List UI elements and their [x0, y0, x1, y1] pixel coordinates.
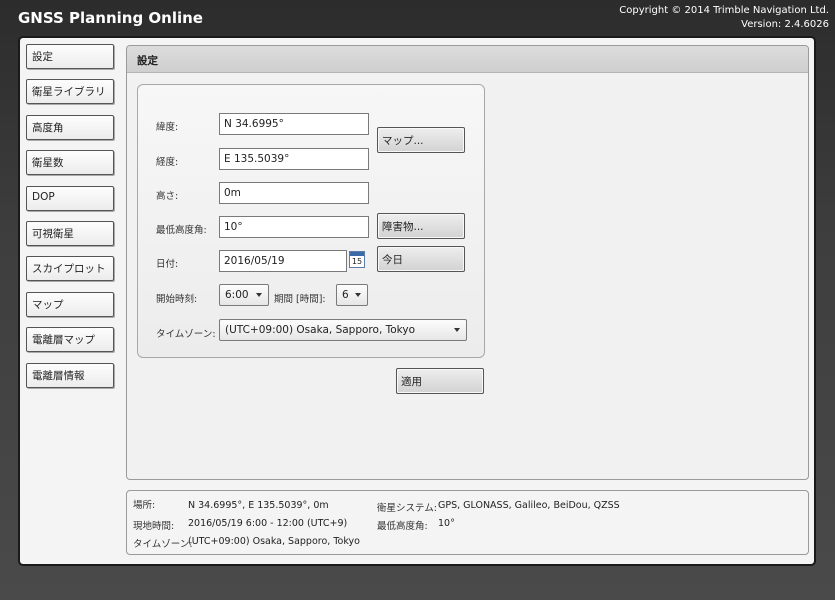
chevron-down-icon: [256, 293, 262, 297]
systems-value: GPS, GLONASS, Galileo, BeiDou, QZSS: [438, 500, 620, 511]
min-elevation-label: 最低高度角:: [156, 225, 207, 236]
nav-ionosphere-info[interactable]: 電離層情報: [26, 362, 114, 388]
nav-settings[interactable]: 設定: [26, 44, 114, 69]
status-timezone-value: (UTC+09:00) Osaka, Sapporo, Tokyo: [188, 536, 360, 547]
sidebar-nav: 設定 衛星ライブラリ 高度角 衛星数 DOP 可視衛星 スカイプロット マップ …: [26, 44, 116, 398]
status-timezone-label: タイムゾーン:: [133, 539, 193, 550]
settings-panel: 設定 緯度: N 34.6995° マップ... 経度: E 135.5039°…: [126, 45, 809, 480]
settings-form: 緯度: N 34.6995° マップ... 経度: E 135.5039° 高さ…: [137, 84, 485, 358]
map-button[interactable]: マップ...: [377, 127, 465, 153]
period-label: 期間 [時間]:: [274, 294, 326, 305]
nav-map[interactable]: マップ: [26, 291, 114, 317]
date-input[interactable]: 2016/05/19: [219, 250, 347, 272]
local-time-value: 2016/05/19 6:00 - 12:00 (UTC+9): [188, 518, 348, 529]
height-input[interactable]: 0m: [219, 182, 369, 204]
chevron-down-icon: [355, 293, 361, 297]
timezone-label: タイムゾーン:: [156, 329, 216, 340]
today-button[interactable]: 今日: [377, 246, 465, 272]
nav-elevation[interactable]: 高度角: [26, 114, 114, 140]
local-time-label: 現地時間:: [133, 521, 175, 532]
longitude-input[interactable]: E 135.5039°: [219, 148, 369, 170]
panel-title: 設定: [127, 46, 808, 73]
main-frame: 設定 衛星ライブラリ 高度角 衛星数 DOP 可視衛星 スカイプロット マップ …: [18, 36, 816, 566]
longitude-label: 経度:: [156, 157, 179, 168]
date-label: 日付:: [156, 259, 179, 270]
header-info: Copyright © 2014 Trimble Navigation Ltd.…: [619, 4, 829, 32]
start-time-label: 開始時刻:: [156, 294, 198, 305]
calendar-icon[interactable]: 15: [349, 251, 365, 268]
calendar-day: 15: [351, 257, 363, 266]
location-value: N 34.6995°, E 135.5039°, 0m: [188, 500, 329, 511]
nav-visible-satellites[interactable]: 可視衛星: [26, 220, 114, 246]
status-bar: 場所: N 34.6995°, E 135.5039°, 0m 現地時間: 20…: [126, 490, 809, 555]
nav-skyplot[interactable]: スカイプロット: [26, 256, 114, 282]
period-select[interactable]: 6: [336, 284, 368, 306]
period-value: 6: [342, 289, 349, 301]
status-min-elevation-label: 最低高度角:: [377, 521, 428, 532]
timezone-select[interactable]: (UTC+09:00) Osaka, Sapporo, Tokyo: [219, 319, 467, 341]
latitude-input[interactable]: N 34.6995°: [219, 113, 369, 135]
systems-label: 衛星システム:: [377, 503, 437, 514]
copyright-text: Copyright © 2014 Trimble Navigation Ltd.: [619, 5, 829, 16]
version-text: Version: 2.4.6026: [741, 19, 829, 30]
timezone-value: (UTC+09:00) Osaka, Sapporo, Tokyo: [225, 324, 416, 336]
nav-satellite-library[interactable]: 衛星ライブラリ: [26, 79, 114, 105]
start-time-value: 6:00: [225, 289, 249, 301]
chevron-down-icon: [454, 328, 460, 332]
app-title: GNSS Planning Online: [18, 9, 203, 27]
latitude-label: 緯度:: [156, 122, 179, 133]
height-label: 高さ:: [156, 191, 179, 202]
nav-ionosphere-map[interactable]: 電離層マップ: [26, 327, 114, 353]
nav-dop[interactable]: DOP: [26, 185, 114, 211]
start-time-select[interactable]: 6:00: [219, 284, 269, 306]
status-min-elevation-value: 10°: [438, 518, 455, 529]
location-label: 場所:: [133, 500, 156, 511]
obstruction-button[interactable]: 障害物...: [377, 213, 465, 239]
nav-satellite-count[interactable]: 衛星数: [26, 150, 114, 176]
min-elevation-input[interactable]: 10°: [219, 216, 369, 238]
apply-button[interactable]: 適用: [396, 368, 484, 394]
